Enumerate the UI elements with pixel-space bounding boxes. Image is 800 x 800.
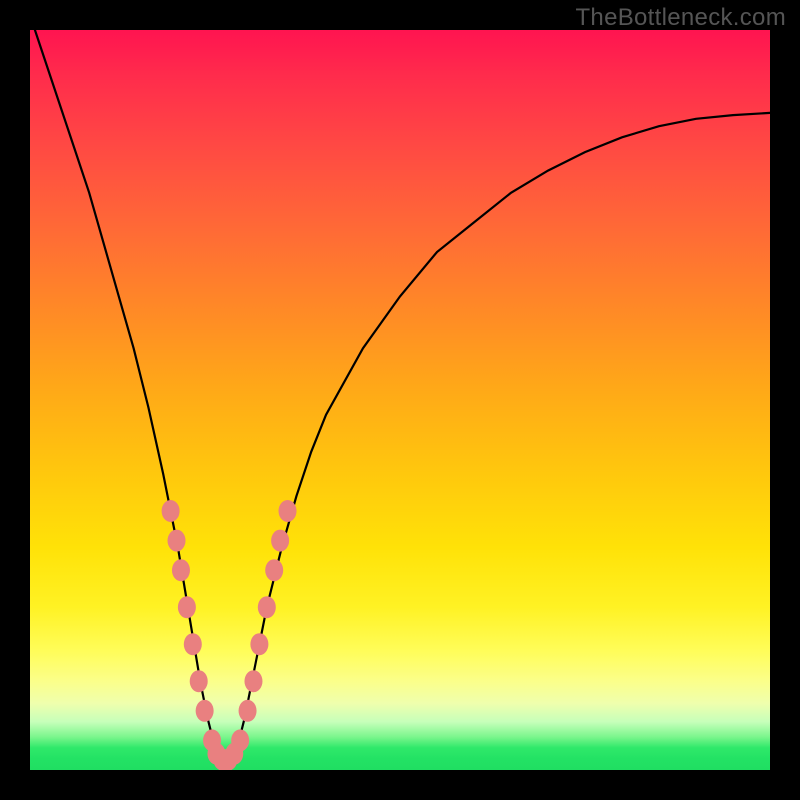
marker-dot bbox=[162, 500, 180, 522]
marker-dot bbox=[190, 670, 208, 692]
marker-dot bbox=[178, 596, 196, 618]
plot-area bbox=[30, 30, 770, 770]
chart-svg bbox=[30, 30, 770, 770]
marker-dot bbox=[172, 559, 190, 581]
marker-dot bbox=[265, 559, 283, 581]
marker-dot bbox=[244, 670, 262, 692]
marker-dot bbox=[231, 729, 249, 751]
marker-dot bbox=[250, 633, 268, 655]
marker-dot bbox=[279, 500, 297, 522]
chart-frame: TheBottleneck.com bbox=[0, 0, 800, 800]
marker-dot bbox=[168, 530, 186, 552]
marker-dot bbox=[239, 700, 257, 722]
marker-dot bbox=[196, 700, 214, 722]
watermark-text: TheBottleneck.com bbox=[575, 4, 786, 32]
marker-dot bbox=[184, 633, 202, 655]
marker-dot bbox=[258, 596, 276, 618]
marker-dot bbox=[271, 530, 289, 552]
bottleneck-curve-path bbox=[30, 30, 770, 763]
marker-dots-group bbox=[162, 500, 297, 770]
